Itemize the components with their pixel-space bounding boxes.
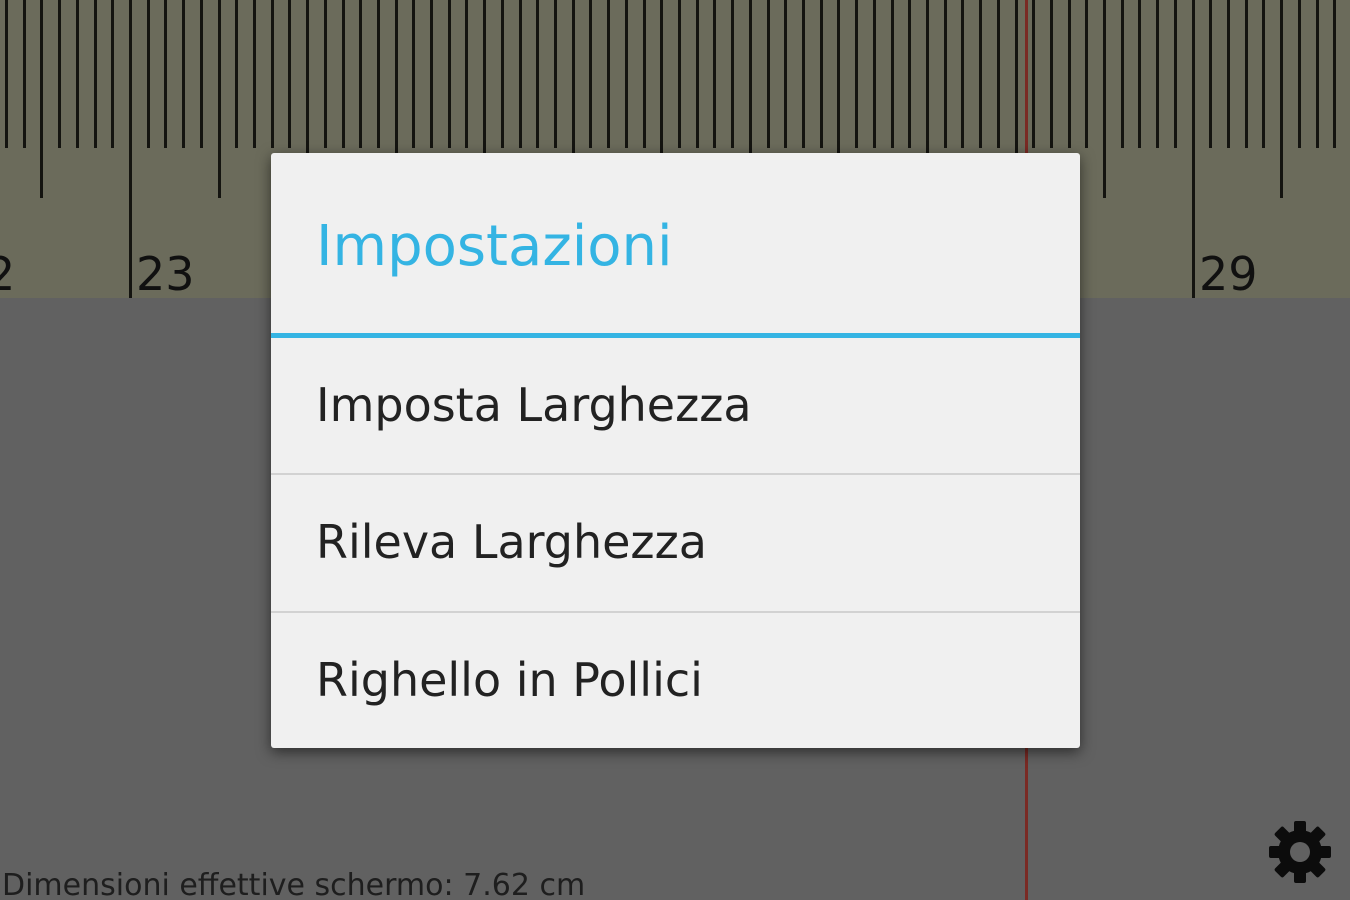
ruler-tick-mm xyxy=(271,0,274,148)
ruler-tick-mm xyxy=(997,0,1000,148)
ruler-tick-mm xyxy=(412,0,415,148)
ruler-tick-mm xyxy=(465,0,468,148)
ruler-tick-mm xyxy=(855,0,858,148)
ruler-tick-mm xyxy=(501,0,504,148)
menu-item-imposta-larghezza[interactable]: Imposta Larghezza xyxy=(271,338,1080,474)
ruler-tick-mm xyxy=(164,0,167,148)
ruler-tick-cm xyxy=(129,0,132,298)
ruler-tick-mm xyxy=(1138,0,1141,148)
ruler-tick-mm xyxy=(1174,0,1177,148)
menu-item-label: Imposta Larghezza xyxy=(316,378,752,432)
ruler-tick-mm xyxy=(1050,0,1053,148)
ruler-tick-mm xyxy=(235,0,238,148)
ruler-tick-mm xyxy=(1156,0,1159,148)
ruler-tick-mm xyxy=(76,0,79,148)
ruler-tick-mm xyxy=(713,0,716,148)
ruler-tick-mm xyxy=(147,0,150,148)
ruler-label-23: 23 xyxy=(136,247,195,301)
screen-size-info: Dimensioni effettive schermo: 7.62 cm xyxy=(2,868,586,900)
ruler-tick-mm xyxy=(519,0,522,148)
ruler-tick-mm xyxy=(1209,0,1212,148)
ruler-tick-mm xyxy=(554,0,557,148)
ruler-tick-half-cm xyxy=(218,0,221,198)
ruler-tick-half-cm xyxy=(1280,0,1283,198)
ruler-tick-mm xyxy=(731,0,734,148)
ruler-tick-mm xyxy=(182,0,185,148)
ruler-tick-mm xyxy=(1316,0,1319,148)
ruler-tick-mm xyxy=(1085,0,1088,148)
ruler-tick-mm xyxy=(111,0,114,148)
menu-item-rileva-larghezza[interactable]: Rileva Larghezza xyxy=(271,475,1080,611)
ruler-tick-mm xyxy=(448,0,451,148)
ruler-tick-mm xyxy=(58,0,61,148)
ruler-tick-mm xyxy=(288,0,291,148)
ruler-screen: 2 23 29 Dimensioni effettive schermo: 7.… xyxy=(0,0,1350,900)
ruler-tick-mm xyxy=(430,0,433,148)
ruler-tick-mm xyxy=(908,0,911,148)
ruler-tick-mm xyxy=(1333,0,1336,148)
gear-icon[interactable] xyxy=(1266,818,1334,886)
settings-dialog: Impostazioni Imposta Larghezza Rileva La… xyxy=(271,153,1080,748)
ruler-tick-mm xyxy=(891,0,894,148)
menu-item-label: Rileva Larghezza xyxy=(316,515,707,569)
menu-item-righello-in-pollici[interactable]: Righello in Pollici xyxy=(271,613,1080,748)
ruler-tick-mm xyxy=(678,0,681,148)
ruler-tick-mm xyxy=(767,0,770,148)
ruler-tick-mm xyxy=(979,0,982,148)
ruler-tick-mm xyxy=(1245,0,1248,148)
ruler-tick-half-cm xyxy=(1103,0,1106,198)
ruler-tick-mm xyxy=(1068,0,1071,148)
ruler-tick-mm xyxy=(1032,0,1035,148)
ruler-tick-mm xyxy=(5,0,8,148)
ruler-tick-mm xyxy=(784,0,787,148)
ruler-tick-mm xyxy=(377,0,380,148)
ruler-tick-mm xyxy=(342,0,345,148)
ruler-tick-mm xyxy=(1227,0,1230,148)
ruler-tick-mm xyxy=(643,0,646,148)
ruler-label-29: 29 xyxy=(1199,247,1258,301)
ruler-tick-cm xyxy=(1192,0,1195,298)
ruler-tick-mm xyxy=(94,0,97,148)
ruler-tick-mm xyxy=(820,0,823,148)
ruler-tick-mm xyxy=(873,0,876,148)
ruler-tick-mm xyxy=(944,0,947,148)
ruler-tick-mm xyxy=(253,0,256,148)
ruler-tick-mm xyxy=(802,0,805,148)
ruler-tick-mm xyxy=(607,0,610,148)
ruler-tick-mm xyxy=(23,0,26,148)
ruler-tick-mm xyxy=(536,0,539,148)
menu-item-label: Righello in Pollici xyxy=(316,653,703,707)
ruler-tick-half-cm xyxy=(40,0,43,198)
dialog-title: Impostazioni xyxy=(316,214,673,279)
ruler-tick-mm xyxy=(696,0,699,148)
ruler-tick-mm xyxy=(625,0,628,148)
ruler-tick-mm xyxy=(1121,0,1124,148)
ruler-tick-mm xyxy=(1298,0,1301,148)
ruler-tick-mm xyxy=(359,0,362,148)
ruler-tick-mm xyxy=(200,0,203,148)
ruler-tick-mm xyxy=(589,0,592,148)
ruler-tick-mm xyxy=(961,0,964,148)
ruler-tick-mm xyxy=(1262,0,1265,148)
ruler-tick-mm xyxy=(324,0,327,148)
ruler-label-left: 2 xyxy=(0,247,16,301)
